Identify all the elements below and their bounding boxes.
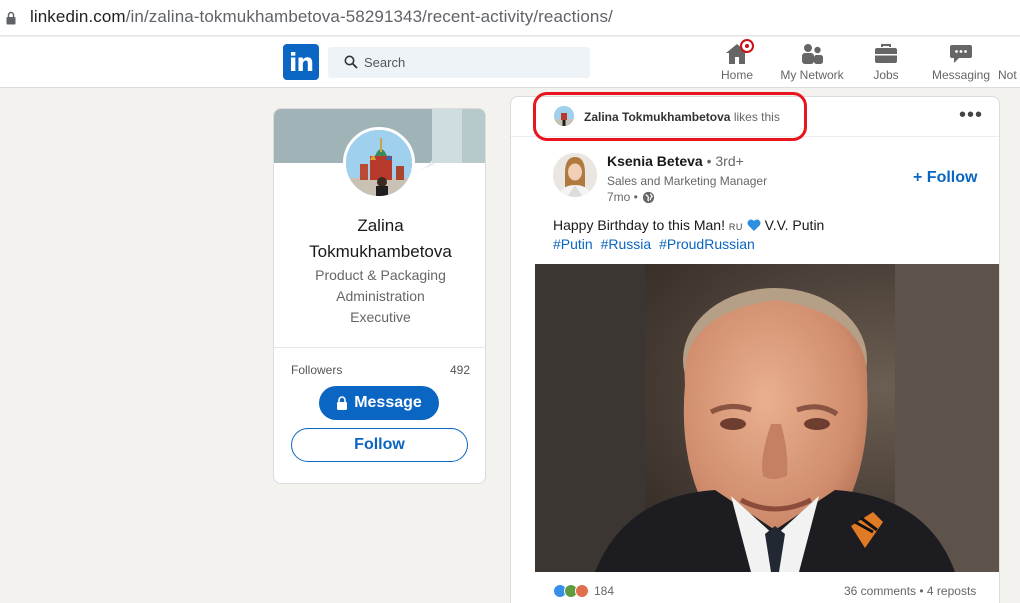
connection-degree: • 3rd+: [706, 153, 744, 169]
nav-home-label: Home: [720, 68, 753, 82]
nav-jobs[interactable]: Jobs: [866, 41, 906, 87]
url-path: /in/zalina-tokmukhambetova-58291343/rece…: [125, 7, 613, 26]
blue-heart-icon: [747, 219, 761, 231]
lock-icon: [6, 11, 16, 25]
love-reaction-icon: [575, 584, 589, 598]
briefcase-icon: [874, 43, 898, 65]
profile-card: Zalina Tokmukhambetova Product & Packagi…: [273, 108, 486, 484]
post-text-after: V.V. Putin: [764, 217, 825, 233]
reaction-count: 184: [594, 584, 615, 598]
nav-home[interactable]: Home: [716, 39, 758, 87]
flag-tag: RU: [728, 222, 743, 232]
nav-jobs-label: Jobs: [873, 68, 899, 82]
search-box[interactable]: [328, 47, 590, 78]
post-time: 7mo •: [607, 190, 655, 204]
browser-url-bar[interactable]: linkedin.com/in/zalina-tokmukhambetova-5…: [0, 0, 1020, 36]
linkedin-logo[interactable]: in: [283, 44, 319, 80]
followers-label: Followers: [291, 363, 343, 377]
reactions-summary[interactable]: 184: [553, 584, 614, 598]
nav-my-network-label: My Network: [780, 68, 844, 82]
network-icon: [800, 43, 824, 65]
home-icon: [725, 39, 754, 65]
counts-separator: •: [919, 584, 924, 598]
nav-notifications[interactable]: Not: [998, 41, 1020, 87]
profile-name: Zalina Tokmukhambetova: [309, 216, 452, 261]
follow-author-button[interactable]: + Follow: [913, 169, 977, 187]
profile-avatar[interactable]: [343, 127, 415, 199]
author-name[interactable]: Ksenia Beteva • 3rd+: [607, 153, 744, 169]
messaging-icon: [949, 43, 973, 65]
feed-post: Zalina Tokmukhambetova likes this ••• Ks…: [510, 96, 1000, 603]
nav-notifications-label: Not: [998, 68, 1017, 82]
hashtag-link[interactable]: #ProudRussian: [659, 236, 755, 252]
linkedin-global-nav: in Home My Network: [0, 37, 1020, 88]
hashtag-link[interactable]: #Russia: [601, 236, 652, 252]
activity-actor-avatar[interactable]: [554, 106, 574, 126]
divider: [274, 347, 485, 348]
post-text-body: Happy Birthday to this Man!: [553, 217, 725, 233]
lock-icon: [337, 396, 348, 410]
activity-text: Zalina Tokmukhambetova likes this: [584, 110, 780, 124]
post-image[interactable]: [535, 264, 999, 572]
globe-icon: [642, 191, 654, 203]
nav-messaging-label: Messaging: [931, 68, 991, 82]
search-input[interactable]: [364, 47, 584, 78]
more-options-icon[interactable]: •••: [957, 105, 985, 127]
notification-badge: [740, 39, 754, 53]
followers-count: 492: [449, 363, 470, 377]
post-hashtags: #Putin #Russia #ProudRussian: [553, 236, 759, 252]
message-button[interactable]: Message: [319, 386, 439, 420]
search-icon: [344, 55, 358, 69]
author-avatar[interactable]: [553, 153, 597, 197]
url-text[interactable]: linkedin.com/in/zalina-tokmukhambetova-5…: [30, 7, 613, 27]
post-time-text: 7mo •: [607, 190, 638, 204]
social-counts[interactable]: 36 comments • 4 reposts: [844, 584, 976, 598]
activity-verb: likes this: [733, 110, 780, 124]
activity-header: Zalina Tokmukhambetova likes this •••: [511, 97, 999, 137]
profile-headline: Product & Packaging Administration Execu…: [315, 267, 446, 325]
post-text: Happy Birthday to this Man! RU V.V. Puti…: [553, 215, 983, 238]
nav-my-network[interactable]: My Network: [776, 41, 848, 87]
activity-actor-name[interactable]: Zalina Tokmukhambetova: [584, 110, 730, 124]
hashtag-link[interactable]: #Putin: [553, 236, 593, 252]
author-title: Sales and Marketing Manager: [607, 174, 768, 188]
message-button-label: Message: [354, 394, 422, 411]
url-host: linkedin.com: [30, 7, 126, 26]
follow-button[interactable]: Follow: [291, 428, 468, 462]
bell-icon: [998, 43, 1020, 65]
reposts-count[interactable]: 4 reposts: [927, 584, 976, 598]
comments-count[interactable]: 36 comments: [844, 584, 916, 598]
author-name-text: Ksenia Beteva: [607, 153, 703, 169]
followers-row: Followers 492: [291, 363, 470, 377]
nav-messaging[interactable]: Messaging: [928, 41, 994, 87]
